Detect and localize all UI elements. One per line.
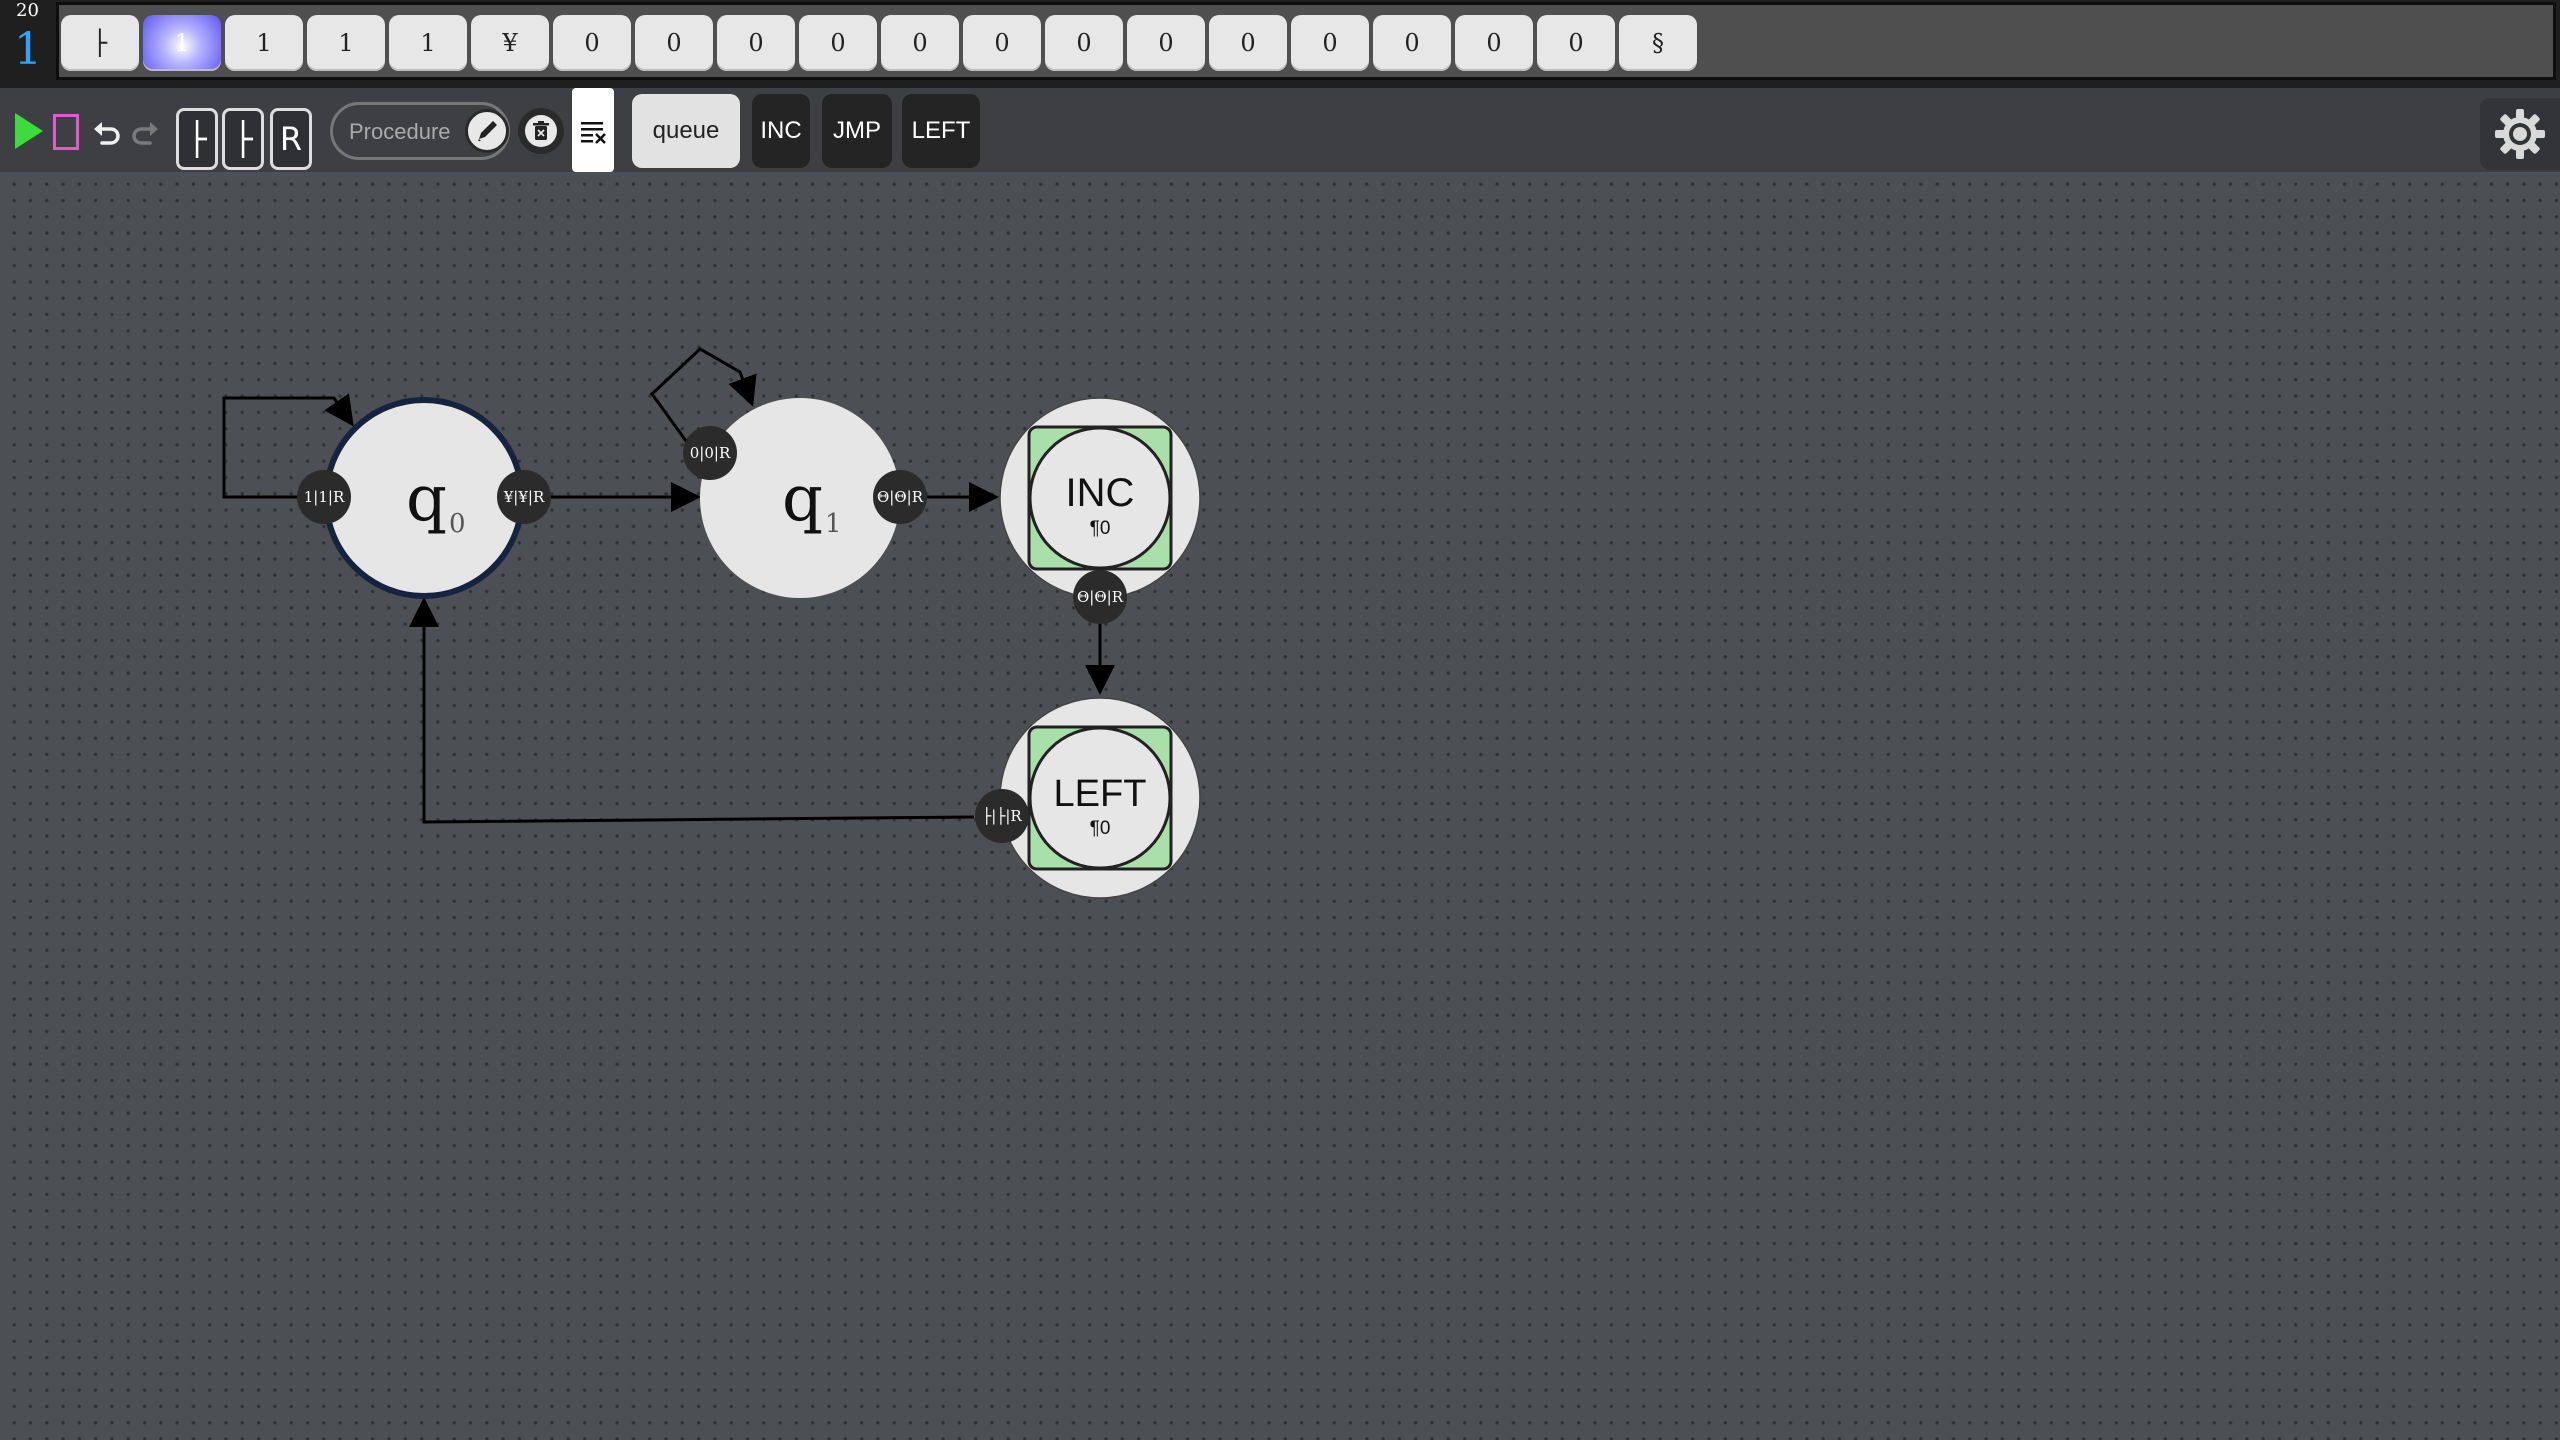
tape-cell[interactable]: ├ bbox=[61, 15, 139, 71]
delete-procedure-button[interactable] bbox=[518, 108, 564, 154]
tape-bar: 20 1 ├ 1 1 1 1 ¥0 0 0 0 0 0 0 0 0 0 0 0 0 § bbox=[0, 0, 2560, 88]
step-count: 20 bbox=[16, 0, 39, 21]
play-button[interactable] bbox=[10, 108, 46, 154]
procedure-inc[interactable]: INC ¶0 bbox=[999, 397, 1201, 599]
transition-handle-inc-left[interactable]: Θ|Θ|R bbox=[1073, 570, 1127, 624]
procedure-left[interactable]: LEFT ¶0 bbox=[999, 697, 1201, 899]
tape-cell[interactable]: 1 bbox=[307, 15, 385, 71]
tape-cell[interactable]: 0 bbox=[1455, 15, 1533, 71]
start-mark-button-a[interactable]: ├ bbox=[176, 108, 218, 170]
undo-icon bbox=[94, 122, 120, 145]
transition-handle-q1-loop[interactable]: 0|0|R bbox=[683, 426, 737, 480]
svg-text:0|0|R: 0|0|R bbox=[690, 444, 731, 462]
tape-cell[interactable]: 0 bbox=[1127, 15, 1205, 71]
transition-handle-q0-loop[interactable]: 1|1|R bbox=[297, 470, 351, 524]
state-q0-name: q bbox=[406, 462, 447, 536]
tape-cell[interactable]: 0 bbox=[553, 15, 631, 71]
play-icon bbox=[15, 113, 43, 149]
procedure-input[interactable] bbox=[347, 113, 459, 151]
transition-handle-q0-q1[interactable]: ¥|¥|R bbox=[497, 470, 551, 524]
tape-cell[interactable]: 0 bbox=[799, 15, 877, 71]
edge-left-q0[interactable] bbox=[409, 597, 975, 824]
state-q1-name: q bbox=[782, 462, 823, 536]
graph-canvas[interactable]: q0 q1 INC ¶0 LEFT ¶0 1|1|R ¥|¥|R 0|0|R Θ… bbox=[0, 172, 2560, 1440]
tape-cell[interactable]: 0 bbox=[881, 15, 959, 71]
tape-cell[interactable]: 1 bbox=[389, 15, 467, 71]
tape-cell[interactable]: 1 bbox=[225, 15, 303, 71]
tape-cell-active[interactable]: 1 bbox=[143, 15, 221, 71]
undo-button[interactable] bbox=[90, 112, 124, 152]
svg-text:¥|¥|R: ¥|¥|R bbox=[503, 488, 545, 506]
tape-cells: ├ 1 1 1 1 ¥0 0 0 0 0 0 0 0 0 0 0 0 0 § bbox=[59, 15, 1697, 73]
state-q0[interactable]: q0 bbox=[323, 397, 525, 599]
procedure-left-sub: ¶0 bbox=[1090, 818, 1111, 839]
tape-cell[interactable]: 0 bbox=[1373, 15, 1451, 71]
pencil-icon bbox=[478, 121, 497, 141]
toolbar: ├ ├ R queue INC JMP bbox=[0, 88, 2560, 172]
head-position: 1 bbox=[14, 24, 42, 75]
tape-cell[interactable]: 0 bbox=[717, 15, 795, 71]
tape-cell[interactable]: 0 bbox=[635, 15, 713, 71]
svg-text:Θ|Θ|R: Θ|Θ|R bbox=[1077, 588, 1124, 606]
tape-cell[interactable]: ¥ bbox=[471, 15, 549, 71]
gear-icon bbox=[2495, 109, 2545, 159]
tape-cell[interactable]: 0 bbox=[1537, 15, 1615, 71]
procedure-left-name: LEFT bbox=[1054, 773, 1147, 815]
tape-cell[interactable]: § bbox=[1619, 15, 1697, 71]
edit-procedure-button[interactable] bbox=[465, 109, 509, 153]
svg-text:1|1|R: 1|1|R bbox=[304, 488, 345, 506]
state-graph: q0 q1 INC ¶0 LEFT ¶0 1|1|R ¥|¥|R 0|0|R Θ… bbox=[222, 347, 1201, 899]
library-inc-button[interactable]: INC bbox=[752, 94, 810, 168]
state-q1-sub: 1 bbox=[825, 509, 842, 539]
transition-handle-q1-inc[interactable]: Θ|Θ|R bbox=[873, 470, 927, 524]
svg-text:Θ|Θ|R: Θ|Θ|R bbox=[877, 488, 924, 506]
start-mark-button-b[interactable]: ├ bbox=[222, 108, 264, 170]
transition-handle-left-q0[interactable]: ├|├|R bbox=[975, 789, 1029, 843]
tape: ├ 1 1 1 1 ¥0 0 0 0 0 0 0 0 0 0 0 0 0 § bbox=[56, 2, 2556, 80]
tape-cell[interactable]: 0 bbox=[1209, 15, 1287, 71]
clear-tape-button[interactable] bbox=[572, 88, 614, 172]
library-jmp-button[interactable]: JMP bbox=[822, 94, 892, 168]
tape-cell[interactable]: 0 bbox=[1291, 15, 1369, 71]
redo-icon bbox=[132, 122, 158, 145]
stop-icon bbox=[53, 114, 79, 150]
procedure-inc-sub: ¶0 bbox=[1090, 518, 1111, 539]
r-button[interactable]: R bbox=[270, 108, 312, 170]
stop-button[interactable] bbox=[50, 112, 82, 152]
settings-button[interactable] bbox=[2480, 98, 2560, 170]
trash-icon bbox=[533, 121, 549, 140]
tape-counter: 20 1 bbox=[0, 0, 54, 86]
procedure-field bbox=[330, 102, 510, 160]
edges bbox=[222, 347, 1115, 824]
library-queue-button[interactable]: queue bbox=[632, 94, 740, 168]
state-q0-sub: 0 bbox=[449, 509, 466, 539]
redo-button[interactable] bbox=[128, 112, 162, 152]
procedure-inc-name: INC bbox=[1066, 471, 1135, 515]
svg-text:├|├|R: ├|├|R bbox=[982, 806, 1022, 825]
state-q1[interactable]: q1 bbox=[700, 398, 900, 598]
tape-cell[interactable]: 0 bbox=[963, 15, 1041, 71]
clear-text-icon bbox=[581, 122, 606, 144]
library-left-button[interactable]: LEFT bbox=[902, 94, 980, 168]
tape-cell[interactable]: 0 bbox=[1045, 15, 1123, 71]
